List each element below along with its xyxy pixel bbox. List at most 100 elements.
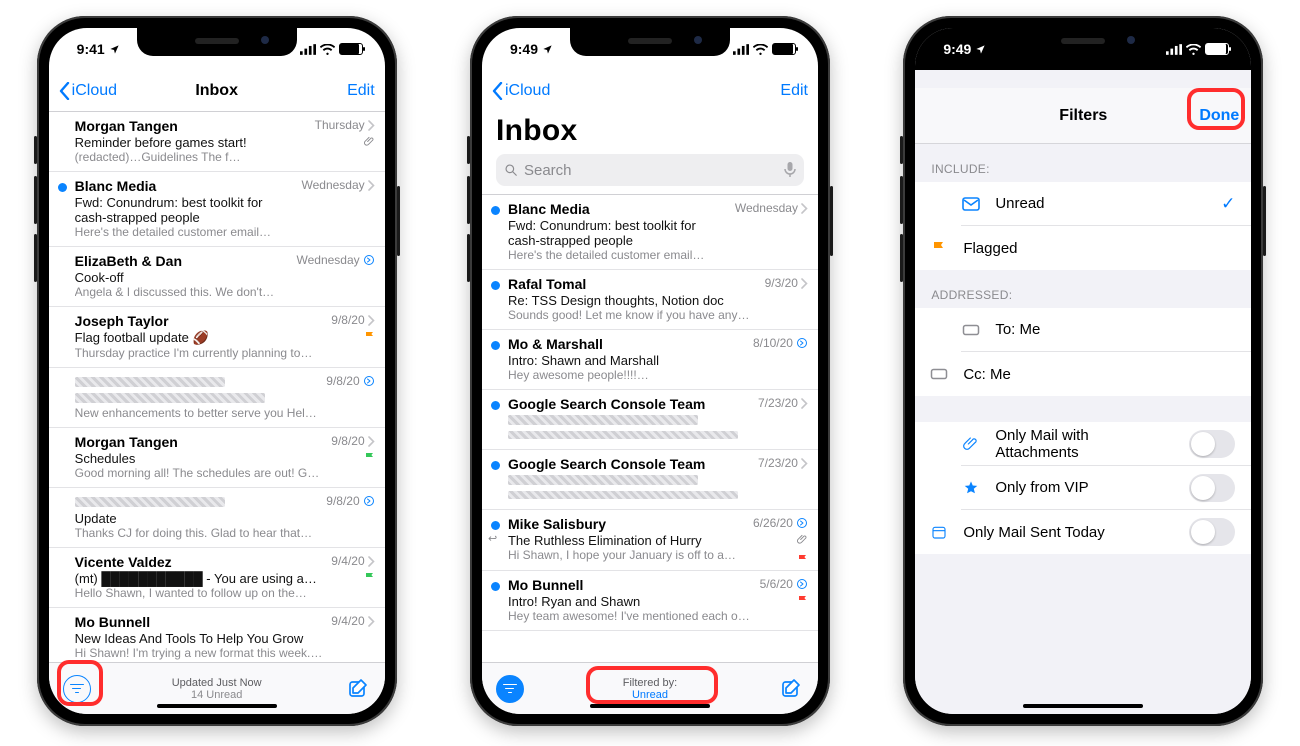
status-time: 9:41 [77,41,105,57]
row-meta: 5/6/20 [760,577,808,624]
date: 5/6/20 [760,577,793,591]
home-indicator[interactable] [1023,704,1143,708]
filter-row-unread[interactable]: Unread ✓ [915,182,1251,226]
search-field[interactable]: Search [496,154,804,186]
mail-row[interactable]: Blanc MediaFwd: Conundrum: best toolkit … [49,172,385,247]
preview: Hey team awesome! I've mentioned each of… [508,609,752,624]
cell-signal-icon [733,44,749,55]
back-label: iCloud [505,82,550,100]
status-time: 9:49 [943,41,971,57]
row-meta: 9/8/20 [331,313,374,361]
date: 9/3/20 [765,276,798,290]
filter-row-attachments[interactable]: Only Mail with Attachments [915,422,1251,466]
mail-row[interactable]: Morgan TangenSchedulesGood morning all! … [49,428,385,488]
filter-label: Only Mail with Attachments [995,427,1175,461]
filters-nav: Filters Done [915,88,1251,144]
thread-icon [363,254,375,266]
inbox-list[interactable]: Blanc MediaFwd: Conundrum: best toolkit … [482,195,818,662]
search-placeholder: Search [524,162,572,179]
sender: Morgan Tangen [75,434,324,450]
thread-icon [796,578,808,590]
home-indicator[interactable] [157,704,277,708]
toggle[interactable] [1189,518,1235,546]
unread-dot [491,281,500,290]
preview: Hey awesome people!!!!… [508,368,745,383]
filter-label: Unread [995,195,1044,212]
toolbar-status[interactable]: Filtered by: Unread [482,677,818,701]
unread-dot [491,401,500,410]
subject: Fwd: Conundrum: best toolkit for cash-st… [75,195,294,225]
toggle[interactable] [1189,474,1235,502]
mail-row[interactable]: Rafal TomalRe: TSS Design thoughts, Noti… [482,270,818,330]
mail-row[interactable]: Google Search Console Team7/23/20 [482,450,818,510]
home-indicator[interactable] [590,704,710,708]
date: 9/8/20 [326,494,359,508]
unread-dot [491,582,500,591]
mail-row[interactable]: Morgan TangenReminder before games start… [49,112,385,172]
inbox-large-title: Inbox [496,114,804,148]
row-meta: Wednesday [297,253,375,300]
filter-row-cc-me[interactable]: Cc: Me [915,352,1251,396]
inbox-list[interactable]: Morgan TangenReminder before games start… [49,112,385,662]
subject: New Ideas And Tools To Help You Grow [75,631,324,646]
flag-icon [929,240,949,256]
mail-row[interactable]: New enhancements to better serve you Hel… [49,368,385,428]
filter-label: Only Mail Sent Today [963,524,1104,541]
filter-label: Cc: Me [963,366,1011,383]
wifi-icon [1186,44,1201,55]
mail-row[interactable]: Blanc MediaFwd: Conundrum: best toolkit … [482,195,818,270]
subject: (mt) ███████████ - You are using a… [75,571,324,586]
date: 9/8/20 [326,374,359,388]
mail-row[interactable]: Mo & MarshallIntro: Shawn and MarshallHe… [482,330,818,390]
mail-row[interactable]: Mo BunnellNew Ideas And Tools To Help Yo… [49,608,385,662]
sender: Mo & Marshall [508,336,745,352]
back-button[interactable]: iCloud [59,82,117,100]
filter-row-today[interactable]: Only Mail Sent Today [915,510,1251,554]
back-button[interactable]: iCloud [492,82,550,100]
date: Wednesday [297,253,360,267]
mail-row[interactable]: ElizaBeth & DanCook-offAngela & I discus… [49,247,385,307]
mail-row[interactable]: Vicente Valdez(mt) ███████████ - You are… [49,548,385,608]
preview: Hello Shawn, I wanted to follow up on th… [75,586,324,601]
subject: Intro! Ryan and Shawn [508,594,752,609]
iphone-2: 9:49 iCloud Edit Inbox Search [470,16,830,726]
unread-dot [491,341,500,350]
mail-row[interactable]: ↩︎Mike SalisburyThe Ruthless Elimination… [482,510,818,571]
filter-row-vip[interactable]: Only from VIP [915,466,1251,510]
sender: Vicente Valdez [75,554,324,570]
chevron-right-icon [801,458,808,469]
unread-dot [58,183,67,192]
chevron-right-icon [801,203,808,214]
row-meta: 9/4/20 [331,614,374,661]
sender: Blanc Media [508,201,727,217]
sender: Mike Salisbury [508,516,745,532]
mail-row[interactable]: UpdateThanks CJ for doing this. Glad to … [49,488,385,548]
to-icon [961,324,981,336]
date: 9/8/20 [331,313,364,327]
thread-icon [796,517,808,529]
date: 7/23/20 [758,396,798,410]
chevron-right-icon [368,180,375,191]
filter-row-flagged[interactable]: Flagged [915,226,1251,270]
date: 9/8/20 [331,434,364,448]
sender: Mo Bunnell [508,577,752,593]
subject: Flag football update 🏈 [75,330,324,346]
mail-row[interactable]: Joseph TaylorFlag football update 🏈Thurs… [49,307,385,368]
sender: Google Search Console Team [508,396,750,412]
edit-button[interactable]: Edit [780,82,808,100]
cell-signal-icon [300,44,316,55]
flag-marker [365,572,375,582]
toggle[interactable] [1189,430,1235,458]
mic-icon[interactable] [784,162,796,178]
filter-row-to-me[interactable]: To: Me [915,308,1251,352]
mail-row[interactable]: Google Search Console Team 7/23/20 [482,390,818,450]
subject: Re: TSS Design thoughts, Notion doc [508,293,757,308]
mail-row[interactable]: Mo BunnellIntro! Ryan and ShawnHey team … [482,571,818,631]
filter-label: Flagged [963,240,1017,257]
flag-marker [798,595,808,605]
edit-button[interactable]: Edit [347,82,375,100]
wifi-icon [320,44,335,55]
battery-icon [339,43,363,55]
row-meta: 6/26/20 [753,516,808,564]
row-meta: Wednesday [735,201,808,263]
